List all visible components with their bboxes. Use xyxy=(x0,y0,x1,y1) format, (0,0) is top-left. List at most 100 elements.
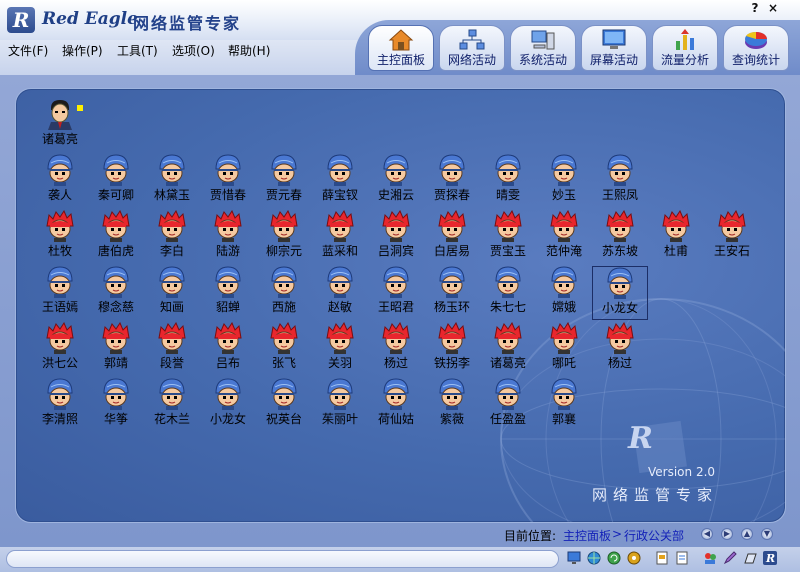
menu-help[interactable]: 帮助(H) xyxy=(228,42,270,59)
user-avatar[interactable]: 哪吒 xyxy=(536,322,592,376)
user-avatar[interactable]: 杜牧 xyxy=(32,210,88,264)
document-icon[interactable] xyxy=(655,551,669,565)
user-avatar[interactable]: 杨过 xyxy=(368,322,424,376)
close-button[interactable]: × xyxy=(766,1,780,15)
logo-icon[interactable]: R xyxy=(763,551,777,565)
menu-tools[interactable]: 工具(T) xyxy=(117,42,158,59)
print-icon[interactable] xyxy=(675,551,689,565)
user-avatar[interactable]: 吕布 xyxy=(200,322,256,376)
user-avatar[interactable]: 紫薇 xyxy=(424,378,480,432)
user-avatar[interactable]: 任盈盈 xyxy=(480,378,536,432)
toolbar-home-button[interactable]: 主控面板 xyxy=(368,25,434,71)
user-avatar[interactable]: 苏东坡 xyxy=(592,210,648,264)
user-avatar[interactable]: 段誉 xyxy=(144,322,200,376)
helmet-user-icon xyxy=(32,378,88,410)
user-avatar[interactable]: 小龙女 xyxy=(200,378,256,432)
user-avatar[interactable]: 晴雯 xyxy=(480,154,536,208)
user-avatar[interactable]: 知画 xyxy=(144,266,200,320)
user-avatar[interactable]: 嫦娥 xyxy=(536,266,592,320)
avatar-name: 铁拐李 xyxy=(433,356,470,370)
user-avatar[interactable]: 铁拐李 xyxy=(424,322,480,376)
toolbar-system-button[interactable]: 系统活动 xyxy=(510,25,576,71)
user-avatar[interactable]: 郭襄 xyxy=(536,378,592,432)
user-avatar[interactable]: 朱七七 xyxy=(480,266,536,320)
user-avatar[interactable]: 薛宝钗 xyxy=(312,154,368,208)
down-icon[interactable]: ▼ xyxy=(761,528,773,540)
helmet-user-icon xyxy=(144,266,200,298)
user-avatar[interactable]: 杜甫 xyxy=(648,210,704,264)
user-avatar[interactable]: 王语嫣 xyxy=(32,266,88,320)
user-avatar[interactable]: 妙玉 xyxy=(536,154,592,208)
user-avatar[interactable]: 杨玉环 xyxy=(424,266,480,320)
user-avatar[interactable]: 赵敏 xyxy=(312,266,368,320)
users-icon[interactable] xyxy=(703,551,717,565)
avatar-name: 关羽 xyxy=(327,356,352,370)
user-avatar[interactable]: 范仲淹 xyxy=(536,210,592,264)
user-avatar[interactable]: 吕洞宾 xyxy=(368,210,424,264)
menu-operate[interactable]: 操作(P) xyxy=(62,42,103,59)
up-icon[interactable]: ▲ xyxy=(741,528,753,540)
avatar-name: 柳宗元 xyxy=(265,244,302,258)
back-icon[interactable]: ◀ xyxy=(701,528,713,540)
breadcrumb-main-panel[interactable]: 主控面板 xyxy=(563,527,611,544)
user-avatar[interactable]: 白居易 xyxy=(424,210,480,264)
user-avatar[interactable]: 穆念慈 xyxy=(88,266,144,320)
user-avatar[interactable]: 王熙凤 xyxy=(592,154,648,208)
user-avatar[interactable]: 貂蝉 xyxy=(200,266,256,320)
helmet-user-icon xyxy=(536,378,592,410)
user-avatar[interactable]: 贾宝玉 xyxy=(480,210,536,264)
user-avatar[interactable]: 王安石 xyxy=(704,210,760,264)
toolbar-traffic-button[interactable]: 流量分析 xyxy=(652,25,718,71)
user-avatar[interactable]: 贾探春 xyxy=(424,154,480,208)
user-avatar[interactable]: 小龙女 xyxy=(592,266,648,320)
user-avatar[interactable]: 诸葛亮 xyxy=(480,322,536,376)
user-avatar[interactable]: 华筝 xyxy=(88,378,144,432)
user-avatar[interactable]: 荷仙姑 xyxy=(368,378,424,432)
redhair-user-icon xyxy=(312,322,368,354)
avatar-name: 任盈盈 xyxy=(489,412,526,426)
user-avatar[interactable]: 洪七公 xyxy=(32,322,88,376)
user-avatar[interactable]: 林黛玉 xyxy=(144,154,200,208)
avatar-name: 苏东坡 xyxy=(601,244,638,258)
refresh-icon[interactable] xyxy=(607,551,621,565)
helmet-user-icon xyxy=(480,378,536,410)
network-icon xyxy=(459,29,485,50)
window-icon[interactable] xyxy=(743,551,757,565)
user-avatar[interactable]: 秦可卿 xyxy=(88,154,144,208)
user-avatar[interactable]: 蓝采和 xyxy=(312,210,368,264)
menu-file[interactable]: 文件(F) xyxy=(8,42,48,59)
avatar-name: 吕洞宾 xyxy=(377,244,414,258)
user-avatar[interactable]: 李白 xyxy=(144,210,200,264)
breadcrumb-department[interactable]: 行政公关部 xyxy=(624,527,684,544)
pencil-icon[interactable] xyxy=(723,551,737,565)
user-avatar[interactable]: 唐伯虎 xyxy=(88,210,144,264)
user-avatar[interactable]: 茱丽叶 xyxy=(312,378,368,432)
user-avatar[interactable]: 王昭君 xyxy=(368,266,424,320)
avatar-name: 林黛玉 xyxy=(153,188,190,202)
user-avatar[interactable]: 贾元春 xyxy=(256,154,312,208)
user-avatar[interactable]: 郭靖 xyxy=(88,322,144,376)
user-avatar[interactable]: 关羽 xyxy=(312,322,368,376)
user-avatar[interactable]: 花木兰 xyxy=(144,378,200,432)
user-avatar[interactable]: 杨过 xyxy=(592,322,648,376)
user-avatar[interactable]: 柳宗元 xyxy=(256,210,312,264)
help-button[interactable]: ? xyxy=(748,1,762,15)
helmet-user-icon xyxy=(200,154,256,186)
settings-icon[interactable] xyxy=(627,551,641,565)
user-avatar[interactable]: 袭人 xyxy=(32,154,88,208)
toolbar-network-button[interactable]: 网络活动 xyxy=(439,25,505,71)
network-globe-icon[interactable] xyxy=(587,551,601,565)
user-avatar[interactable]: 陆游 xyxy=(200,210,256,264)
toolbar-stats-button[interactable]: 查询统计 xyxy=(723,25,789,71)
monitor-icon[interactable] xyxy=(567,551,581,565)
user-avatar[interactable]: 贾惜春 xyxy=(200,154,256,208)
user-avatar[interactable]: 祝英台 xyxy=(256,378,312,432)
forward-icon[interactable]: ▶ xyxy=(721,528,733,540)
user-avatar[interactable]: 李清照 xyxy=(32,378,88,432)
menu-options[interactable]: 选项(O) xyxy=(172,42,215,59)
toolbar-screen-button[interactable]: 屏幕活动 xyxy=(581,25,647,71)
user-avatar[interactable]: 张飞 xyxy=(256,322,312,376)
user-avatar[interactable]: 史湘云 xyxy=(368,154,424,208)
user-avatar[interactable]: 西施 xyxy=(256,266,312,320)
redhair-user-icon xyxy=(32,210,88,242)
